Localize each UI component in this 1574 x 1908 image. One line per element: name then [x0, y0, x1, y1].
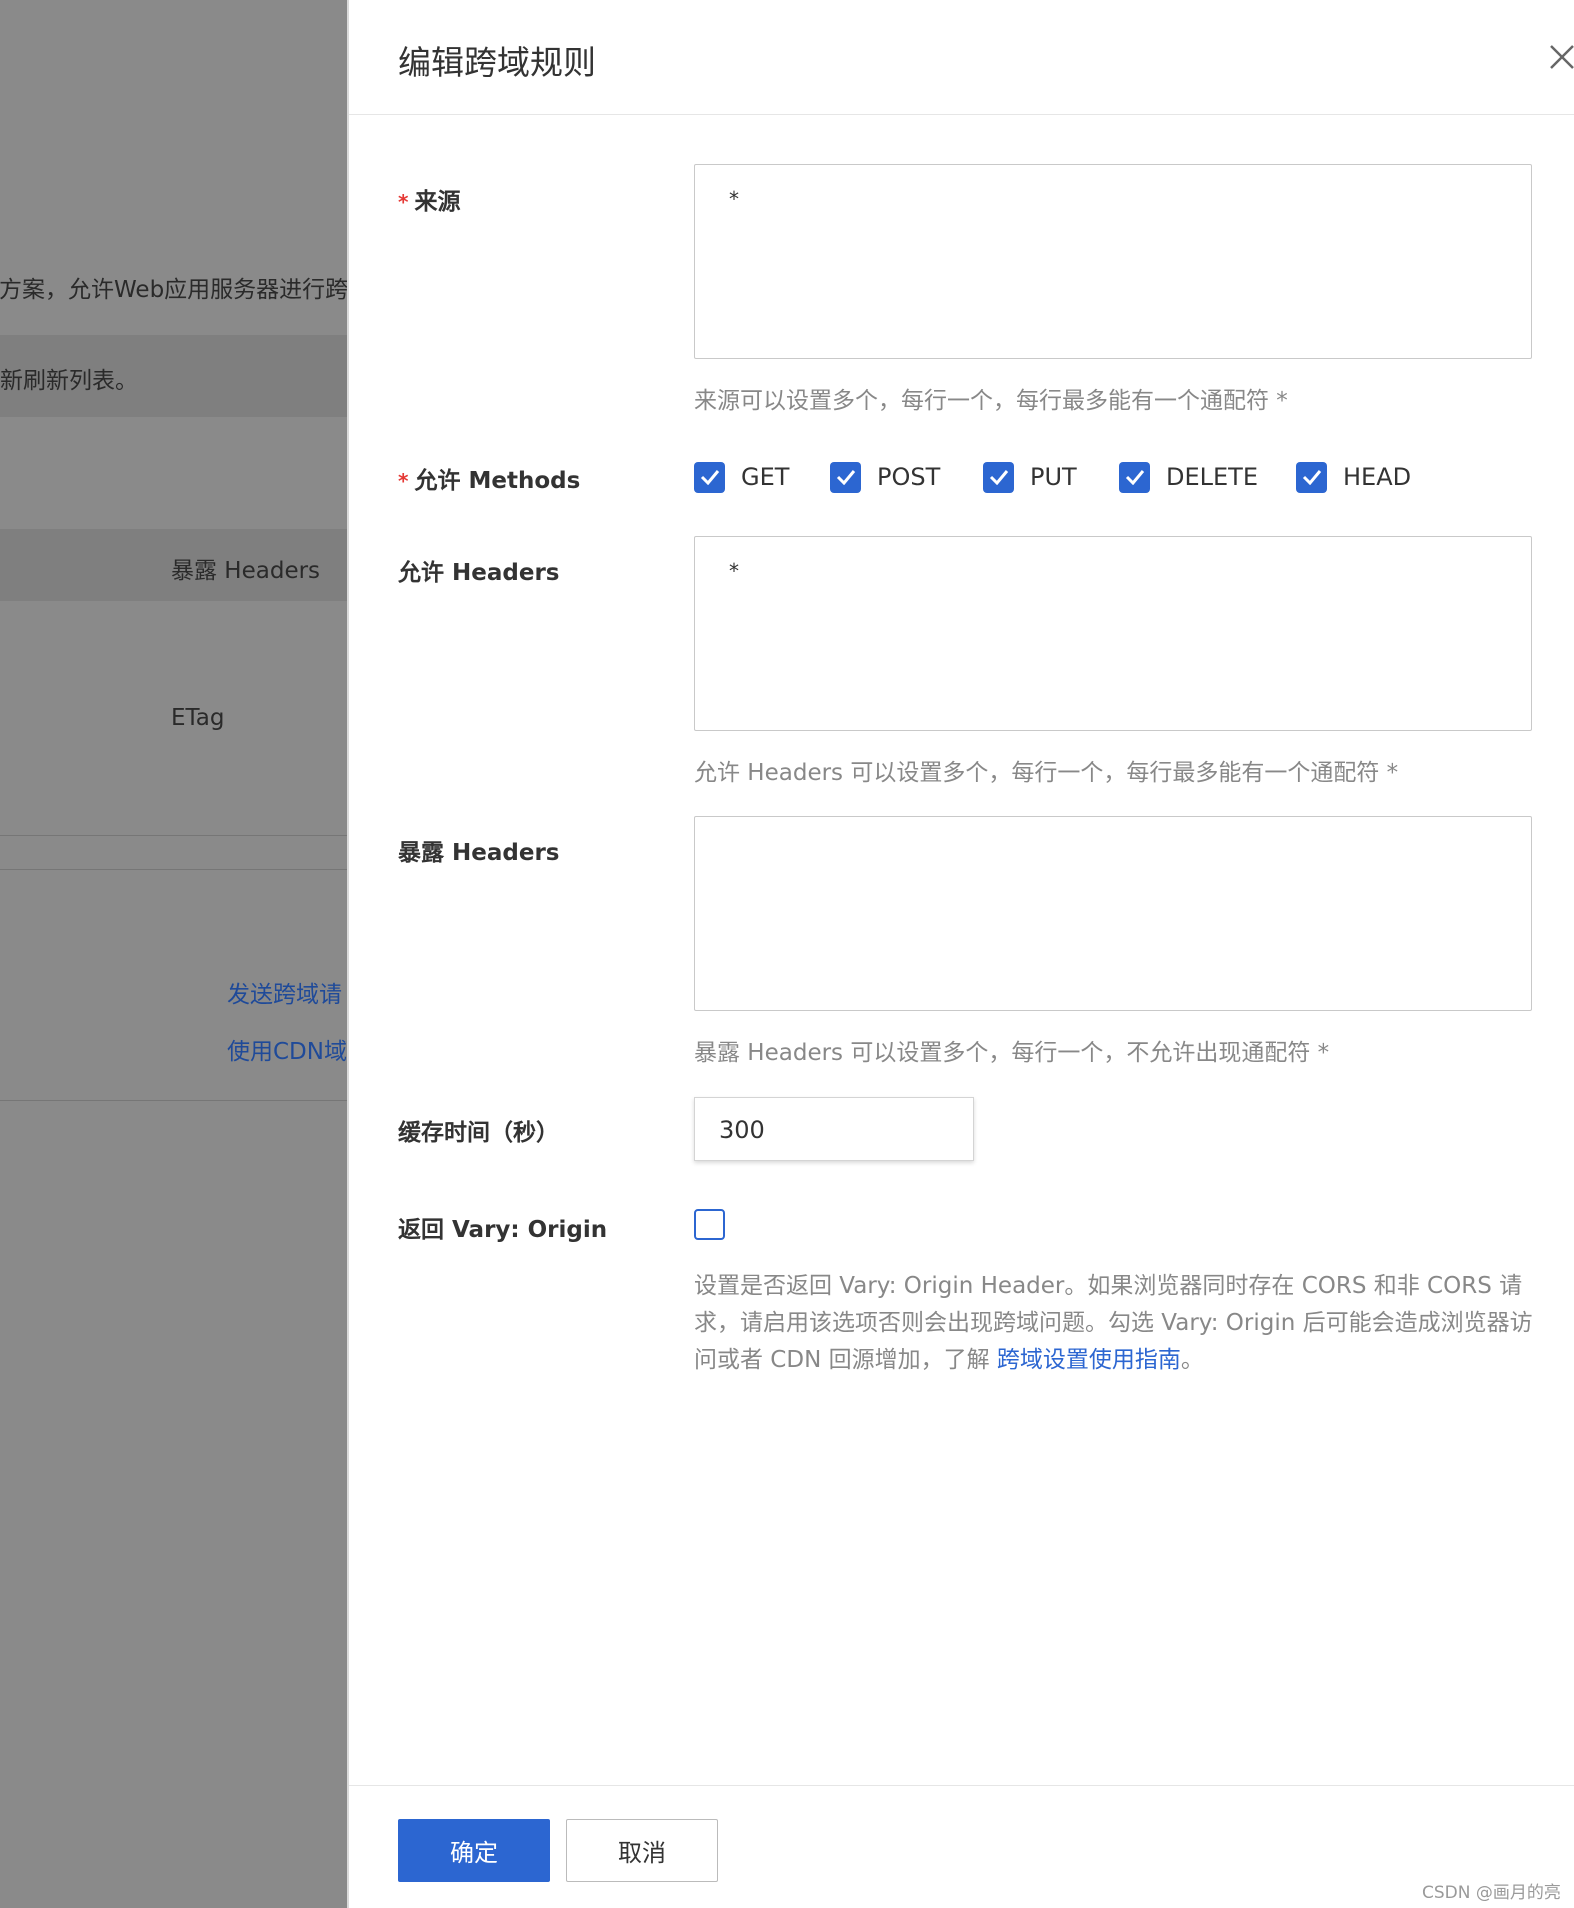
checkbox-checked-icon: [1296, 461, 1327, 493]
expose-headers-label: 暴露 Headers: [398, 840, 560, 866]
method-delete-label: DELETE: [1166, 463, 1259, 491]
checkbox-checked-icon: [694, 461, 725, 493]
allow-headers-label: 允许 Headers: [398, 560, 560, 586]
method-delete-checkbox[interactable]: DELETE: [1119, 461, 1258, 493]
methods-label: * 允许 Methods: [398, 461, 580, 495]
drawer-title: 编辑跨域规则: [398, 43, 596, 82]
close-button[interactable]: [1547, 38, 1574, 76]
bg-divider: [0, 869, 347, 870]
origin-hint: 来源可以设置多个，每行一个，每行最多能有一个通配符 *: [694, 388, 1288, 414]
cors-guide-link[interactable]: 跨域设置使用指南: [997, 1347, 1181, 1373]
allow-headers-textarea[interactable]: *: [694, 536, 1532, 731]
cache-label: 缓存时间（秒）: [398, 1120, 559, 1146]
edit-cors-drawer: 编辑跨域规则 * 来源 * 来源可以设置多个，每行一个，每行最多能有一个通配符 *…: [347, 0, 1574, 1908]
confirm-button[interactable]: 确定: [398, 1819, 550, 1882]
drawer-footer-divider: [349, 1785, 1574, 1786]
method-put-label: PUT: [1030, 463, 1077, 491]
bg-divider: [0, 1100, 347, 1101]
watermark: CSDN @画月的亮: [1422, 1883, 1561, 1903]
vary-hint-end: 。: [1180, 1347, 1204, 1373]
vary-origin-hint: 设置是否返回 Vary: Origin Header。如果浏览器同时存在 COR…: [694, 1268, 1554, 1379]
bg-link-cdn: 使用CDN域: [227, 1039, 347, 1065]
cancel-button[interactable]: 取消: [566, 1819, 718, 1882]
method-post-label: POST: [877, 463, 941, 491]
allow-headers-hint: 允许 Headers 可以设置多个，每行一个，每行最多能有一个通配符 *: [694, 760, 1399, 786]
bg-intro-text: t方案，允许Web应用服务器进行跨: [0, 277, 347, 303]
expose-headers-textarea[interactable]: [694, 816, 1532, 1011]
checkbox-checked-icon: [1119, 461, 1150, 493]
bg-cell-etag: ETag: [171, 705, 225, 731]
drawer-header: 编辑跨域规则: [349, 0, 1574, 115]
checkbox-checked-icon: [983, 461, 1014, 493]
bg-link-send: 发送跨域请: [227, 982, 342, 1008]
vary-origin-checkbox[interactable]: [694, 1209, 725, 1240]
method-head-label: HEAD: [1343, 463, 1412, 491]
method-get-label: GET: [741, 463, 790, 491]
method-head-checkbox[interactable]: HEAD: [1296, 461, 1411, 493]
origin-label: * 来源: [398, 182, 460, 216]
method-put-checkbox[interactable]: PUT: [983, 461, 1077, 493]
method-get-checkbox[interactable]: GET: [694, 461, 789, 493]
vary-origin-label: 返回 Vary: Origin: [398, 1217, 608, 1243]
origin-label-text: 来源: [414, 189, 461, 215]
background-page: t方案，允许Web应用服务器进行跨 新刷新列表。 暴露 Headers ETag…: [0, 0, 347, 1908]
bg-col-expose-headers: 暴露 Headers: [171, 558, 321, 584]
methods-label-text: 允许 Methods: [414, 468, 581, 494]
checkbox-checked-icon: [830, 461, 861, 493]
expose-headers-hint: 暴露 Headers 可以设置多个，每行一个，不允许出现通配符 *: [694, 1040, 1330, 1066]
method-post-checkbox[interactable]: POST: [830, 461, 940, 493]
required-mark: *: [398, 190, 409, 214]
bg-refresh-text: 新刷新列表。: [0, 368, 138, 394]
cache-seconds-input[interactable]: 300: [694, 1097, 974, 1161]
bg-divider: [0, 835, 347, 836]
required-mark: *: [398, 469, 409, 493]
origin-textarea[interactable]: *: [694, 164, 1532, 359]
close-icon: [1550, 45, 1574, 69]
